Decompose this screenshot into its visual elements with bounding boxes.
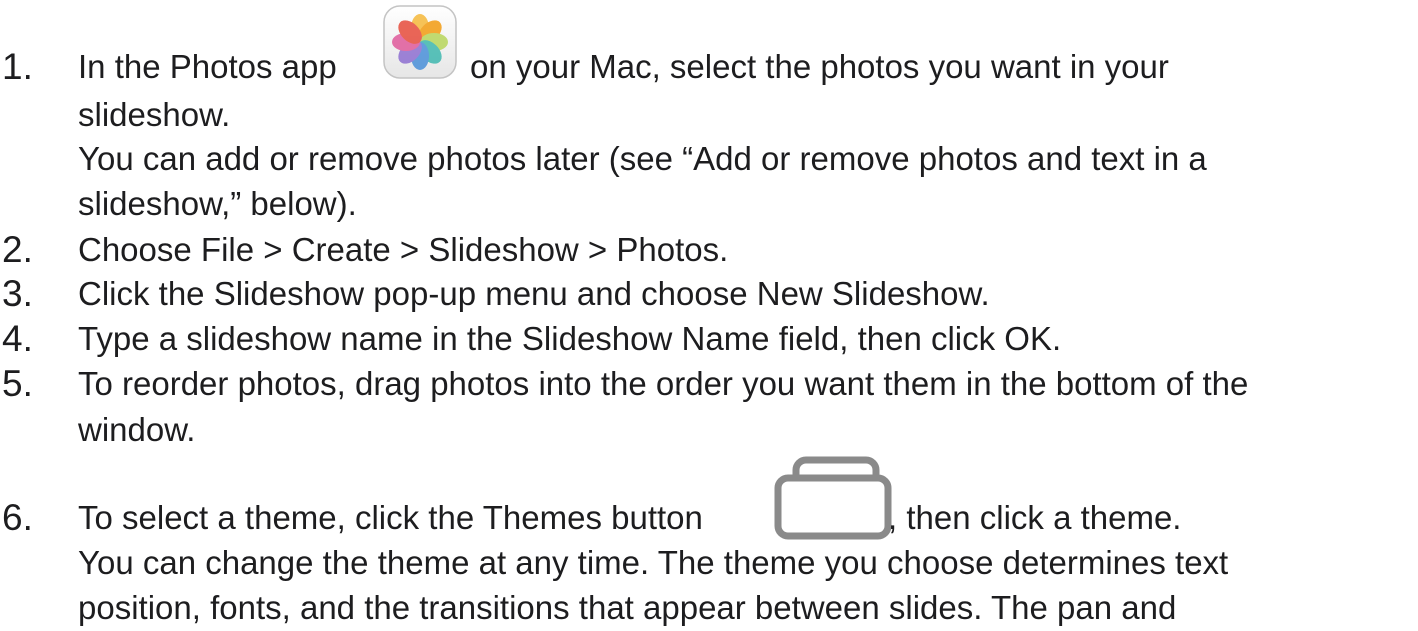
step-text: slideshow.: [78, 96, 231, 133]
step-note: slideshow,” below).: [78, 185, 357, 222]
document-page: 1. In the Photos app on your Mac, select…: [0, 0, 1418, 631]
step-text: on your Mac, select the photos you want …: [470, 48, 1169, 85]
themes-button-icon: [774, 456, 892, 540]
step-text: Type a slideshow name in the Slideshow N…: [78, 320, 1062, 357]
step-note: You can add or remove photos later (see …: [78, 140, 1207, 177]
step-text: , then click a theme.: [888, 499, 1182, 536]
step-number: 4.: [2, 318, 33, 359]
step-number: 5.: [2, 363, 33, 404]
step-text: In the Photos app: [78, 48, 337, 85]
step-note: You can change the theme at any time. Th…: [78, 544, 1229, 581]
step-text: To reorder photos, drag photos into the …: [78, 365, 1249, 402]
step-6-after-icon: , then click a theme.: [888, 499, 1181, 537]
step-text: Click the Slideshow pop-up menu and choo…: [78, 275, 990, 312]
step-text: window.: [78, 411, 196, 448]
photos-app-icon: [383, 5, 457, 79]
step-note: position, fonts, and the transitions tha…: [78, 589, 1177, 626]
step-1-after-icon: on your Mac, select the photos you want …: [470, 48, 1169, 86]
step-number: 1.: [2, 46, 33, 87]
step-number: 6.: [2, 497, 33, 538]
step-number: 3.: [2, 273, 33, 314]
step-number: 2.: [2, 229, 33, 270]
step-text: Choose File > Create > Slideshow > Photo…: [78, 231, 729, 268]
step-text: To select a theme, click the Themes butt…: [78, 499, 703, 536]
